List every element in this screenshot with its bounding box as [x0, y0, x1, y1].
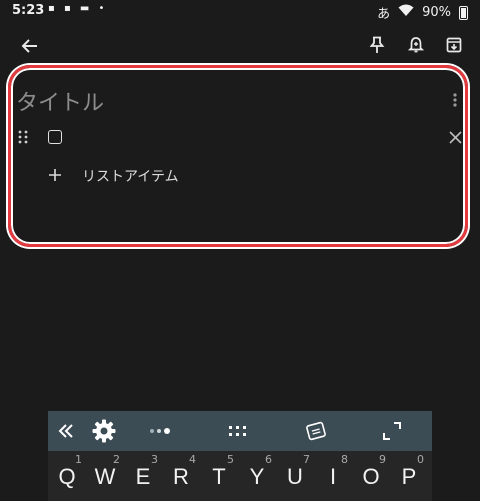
key-t[interactable]: 5 T — [200, 451, 238, 501]
key-q[interactable]: 1 Q — [48, 451, 86, 501]
keyboard-toolbar — [48, 411, 432, 451]
drag-handle-icon[interactable] — [16, 130, 30, 144]
key-u[interactable]: 7 U — [276, 451, 314, 501]
more-vert-icon[interactable] — [449, 90, 461, 110]
keypad-grid-icon[interactable] — [226, 411, 250, 451]
add-item-icon[interactable] — [46, 166, 64, 184]
battery-icon — [459, 5, 468, 20]
key-o[interactable]: 9 O — [352, 451, 390, 501]
archive-icon[interactable] — [443, 34, 465, 56]
key-y[interactable]: 6 Y — [238, 451, 276, 501]
status-time: 5:23 — [12, 3, 45, 18]
reminder-icon[interactable] — [405, 34, 427, 56]
key-letter: I — [329, 464, 337, 489]
wifi-icon — [398, 4, 414, 21]
status-right: あ 90% — [377, 3, 468, 22]
pin-icon[interactable] — [366, 34, 388, 56]
expand-keyboard-icon[interactable] — [380, 411, 404, 451]
status-bar: 5:23 ▪ ▪ ▬ • あ 90% — [0, 0, 480, 22]
more-dots-icon[interactable] — [148, 411, 172, 451]
key-letter: E — [135, 464, 151, 489]
emoji-keyboard-icon[interactable] — [304, 411, 328, 451]
key-letter: O — [362, 464, 380, 489]
key-letter: Y — [249, 464, 265, 489]
key-p[interactable]: 0 P — [390, 451, 428, 501]
key-letter: U — [287, 464, 303, 489]
battery-level: 90% — [422, 5, 451, 20]
keyboard-keys-row: 1 Q 2 W 3 E 4 R 5 T 6 Y 7 U 8 I 9 O 0 P — [48, 451, 432, 501]
add-list-item-button[interactable]: リストアイテム — [82, 166, 179, 186]
key-w[interactable]: 2 W — [86, 451, 124, 501]
notification-icons: ▪ ▪ ▬ • — [48, 3, 108, 14]
key-letter: R — [173, 464, 189, 489]
collapse-keyboard-icon[interactable] — [56, 411, 76, 451]
key-r[interactable]: 4 R — [162, 451, 200, 501]
key-e[interactable]: 3 E — [124, 451, 162, 501]
remove-item-icon[interactable] — [446, 128, 464, 146]
key-letter: P — [401, 464, 417, 489]
key-letter: Q — [58, 464, 76, 489]
key-i[interactable]: 8 I — [314, 451, 352, 501]
settings-gear-icon[interactable] — [90, 411, 118, 451]
list-item-checkbox[interactable] — [48, 130, 62, 144]
title-input[interactable]: タイトル — [16, 85, 104, 117]
input-indicator: あ — [377, 7, 391, 22]
key-letter: W — [94, 464, 116, 489]
key-letter: T — [212, 464, 226, 489]
back-arrow-icon[interactable] — [18, 34, 42, 58]
